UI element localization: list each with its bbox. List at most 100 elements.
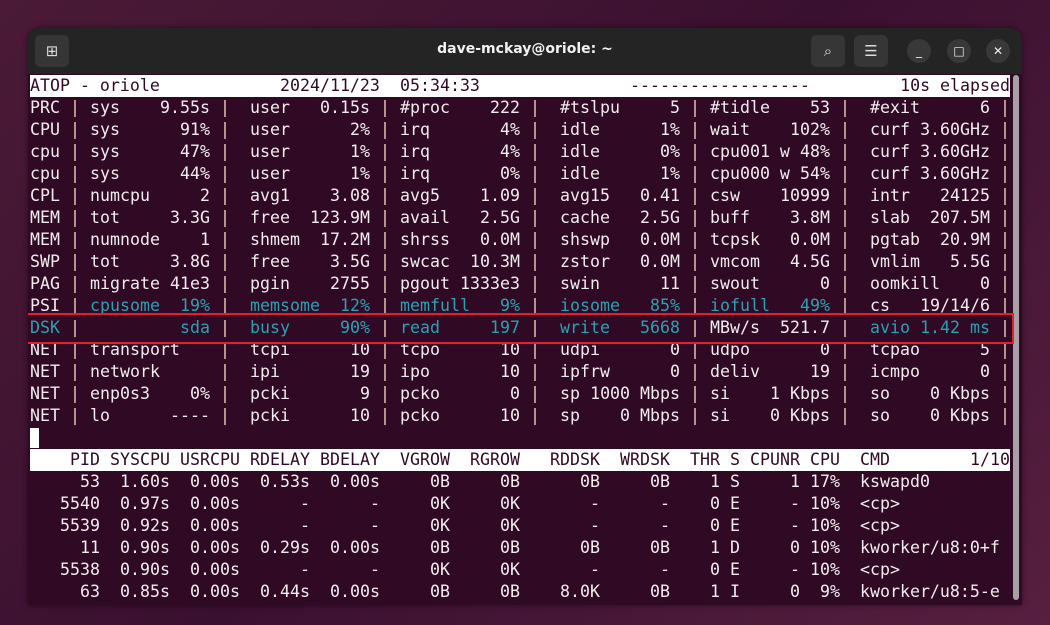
- metric-value: 0: [980, 274, 990, 293]
- column-separator: |: [840, 164, 850, 183]
- process-cell-pid: 11: [80, 538, 100, 557]
- metric-value: 5.5G: [950, 252, 990, 271]
- metric-value: 4.5G: [790, 252, 830, 271]
- metric-cell: shmem 17.2M: [250, 229, 370, 251]
- process-cell-pid: 5538: [60, 560, 100, 579]
- column-header-s[interactable]: S: [730, 449, 740, 471]
- metric-cell: avg1 3.08: [250, 185, 370, 207]
- column-separator: |: [690, 252, 700, 271]
- menu-button[interactable]: ☰: [854, 35, 888, 67]
- column-header-rddsk[interactable]: RDDSK: [550, 449, 600, 471]
- column-separator: |: [530, 120, 540, 139]
- system-row-cpu: CPU | | | | | | | sys 91% user 2% irq 4% idle 1% wait 102…: [30, 119, 1010, 141]
- system-row-pag: PAG | | | | | | | migrate 41e3 pgin 2755 pgout 1333e3…: [30, 273, 1010, 295]
- metric-cell: network: [90, 361, 210, 383]
- metric-cell: wait 102%: [710, 119, 830, 141]
- metric-cell: pgin 2755: [250, 273, 370, 295]
- column-header-pid[interactable]: PID: [70, 449, 100, 471]
- system-row-cpl: CPL | | | | | | | numcpu 2 avg1 3.08 avg5 1.09 avg15 0.…: [30, 185, 1010, 207]
- maximize-button[interactable]: □: [947, 39, 971, 63]
- metric-name: avail: [400, 208, 450, 227]
- minimize-button[interactable]: _: [907, 39, 931, 63]
- column-separator: |: [840, 362, 850, 381]
- cursor: [30, 428, 39, 448]
- metric-name: #tslpu: [560, 98, 620, 117]
- column-header-usrcpu[interactable]: USRCPU: [180, 449, 240, 471]
- metric-cell: numcpu 2: [90, 185, 210, 207]
- metric-value: 53: [810, 98, 830, 117]
- metric-value: 41e3: [170, 274, 210, 293]
- process-cell-cpunr: 0: [790, 582, 800, 601]
- metric-value: 222: [490, 98, 520, 117]
- metric-cell: pcki 10: [250, 405, 370, 427]
- column-header-syscpu[interactable]: SYSCPU: [110, 449, 170, 471]
- column-separator: |: [70, 208, 80, 227]
- column-header-rdelay[interactable]: RDELAY: [250, 449, 310, 471]
- process-cell-vgrow: 0K: [430, 516, 450, 535]
- metric-value: 10999: [780, 186, 830, 205]
- system-row-cpu: cpu | | | | | | | sys 47% user 1% irq 4% idle 0% cpu001 …: [30, 141, 1010, 163]
- metric-cell: sys 44%: [90, 163, 210, 185]
- close-button[interactable]: ✕: [986, 39, 1010, 63]
- metric-value: 91%: [180, 120, 210, 139]
- metric-name: #tidle: [710, 98, 770, 117]
- metric-name: vmcom: [710, 252, 760, 271]
- process-cell-cmd: <cp>: [860, 494, 900, 513]
- page-indicator: 1/10: [970, 450, 1010, 469]
- metric-value: 123.9M: [310, 208, 370, 227]
- column-header-cmd[interactable]: CMD: [860, 449, 890, 471]
- column-header-rgrow[interactable]: RGROW: [470, 449, 520, 471]
- search-button[interactable]: ⌕: [811, 35, 845, 67]
- column-header-bdelay[interactable]: BDELAY: [320, 449, 380, 471]
- metric-cell: irq 0%: [400, 163, 520, 185]
- close-icon: ✕: [992, 44, 1004, 58]
- metric-cell: numnode 1: [90, 229, 210, 251]
- metric-name: user: [250, 120, 290, 139]
- column-separator: |: [70, 120, 80, 139]
- metric-value: 20.9M: [940, 230, 990, 249]
- metric-name: pgtab: [870, 230, 920, 249]
- process-header: PID SYSCPU USRCPU RDELAY BDELAY VGROW RGROW RDD…: [30, 449, 1010, 471]
- column-header-cpunr[interactable]: CPUNR: [750, 449, 800, 471]
- metric-cell: user 0.15s: [250, 97, 370, 119]
- metric-value: 102%: [790, 120, 830, 139]
- column-header-thr[interactable]: THR: [690, 449, 720, 471]
- column-header-cpu[interactable]: CPU: [810, 449, 840, 471]
- column-separator: |: [1000, 384, 1010, 403]
- column-separator: |: [1000, 274, 1010, 293]
- metric-cell: irq 4%: [400, 119, 520, 141]
- process-cell-bdelay: 0.00s: [330, 582, 380, 601]
- metric-name: lo: [90, 406, 110, 425]
- process-cell-rddsk: -: [590, 560, 600, 579]
- process-cell-s: S: [730, 472, 740, 491]
- column-separator: |: [220, 142, 230, 161]
- column-separator: |: [530, 98, 540, 117]
- metric-value: 1%: [350, 142, 370, 161]
- process-cell-vgrow: 0B: [430, 472, 450, 491]
- metric-name: #proc: [400, 98, 450, 117]
- process-cell-rgrow: 0B: [500, 538, 520, 557]
- column-header-wrdsk[interactable]: WRDSK: [620, 449, 670, 471]
- metric-name: sys: [90, 98, 120, 117]
- system-row-swp: SWP | | | | | | | tot 3.8G free 3.5G swcac 10.3M zstor…: [30, 251, 1010, 273]
- metric-value: 3.8G: [170, 252, 210, 271]
- metric-cell: sp 0 Mbps: [560, 405, 680, 427]
- column-separator: |: [1000, 120, 1010, 139]
- process-cell-bdelay: -: [370, 560, 380, 579]
- metric-cell: sp 1000 Mbps: [560, 383, 680, 405]
- column-separator: |: [530, 186, 540, 205]
- column-separator: |: [690, 164, 700, 183]
- metric-value: 19: [350, 362, 370, 381]
- annotation-highlight-box: [28, 313, 1014, 344]
- metric-value: 19: [810, 362, 830, 381]
- metric-cell: pcko 10: [400, 405, 520, 427]
- column-header-vgrow[interactable]: VGROW: [400, 449, 450, 471]
- metric-cell: shrss 0.0M: [400, 229, 520, 251]
- metric-name: curf: [870, 164, 910, 183]
- column-separator: |: [70, 186, 80, 205]
- column-separator: |: [530, 252, 540, 271]
- process-cell-pid: 5540: [60, 494, 100, 513]
- metric-name: idle: [560, 142, 600, 161]
- column-separator: |: [840, 384, 850, 403]
- process-cell-bdelay: -: [370, 516, 380, 535]
